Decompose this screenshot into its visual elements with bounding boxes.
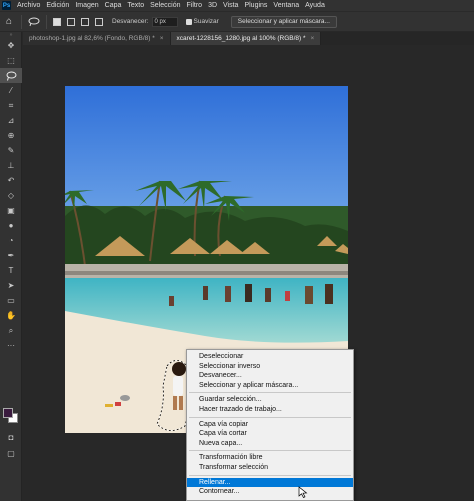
menu-item-seleccionar-inverso[interactable]: Seleccionar inverso xyxy=(187,362,353,372)
close-icon[interactable]: × xyxy=(311,35,315,42)
toolbox: » ✥ ⬚ ⁄ ⌗ ⊿ ⊕ ✎ ⊥ ↶ ◇ ▣ ● ◔ ✒ T ➤ ▭ ✋ ⌕ … xyxy=(0,32,22,501)
dodge-icon[interactable]: ◔ xyxy=(0,233,22,248)
menu-ventana[interactable]: Ventana xyxy=(270,0,302,11)
lasso-icon[interactable] xyxy=(0,68,22,83)
blur-icon[interactable]: ● xyxy=(0,218,22,233)
menu-item-nueva-capa[interactable]: Nueva capa... xyxy=(187,439,353,449)
menu-edicion[interactable]: Edición xyxy=(43,0,72,11)
eraser-icon[interactable]: ◇ xyxy=(0,188,22,203)
separator xyxy=(46,14,47,29)
intersect-selection-icon[interactable] xyxy=(95,17,103,26)
separator xyxy=(21,14,22,29)
menu-3d[interactable]: 3D xyxy=(205,0,220,11)
context-menu: Deseleccionar Seleccionar inverso Desvan… xyxy=(186,349,354,501)
menu-item-rellenar[interactable]: Rellenar... xyxy=(187,477,353,488)
zoom-icon[interactable]: ⌕ xyxy=(0,323,22,338)
menu-item-contornear[interactable]: Contornear... xyxy=(187,487,353,497)
menu-plugins[interactable]: Plugins xyxy=(241,0,270,11)
path-select-icon[interactable]: ➤ xyxy=(0,278,22,293)
menu-texto[interactable]: Texto xyxy=(124,0,147,11)
feather-input[interactable]: 0 px xyxy=(151,16,178,27)
stamp-icon[interactable]: ⊥ xyxy=(0,158,22,173)
menu-seleccion[interactable]: Selección xyxy=(147,0,183,11)
document-tab-bar: photoshop-1.jpg al 82,6% (Fondo, RGB/8) … xyxy=(23,32,474,45)
menu-filtro[interactable]: Filtro xyxy=(184,0,206,11)
menu-bar: Ps Archivo Edición Imagen Capa Texto Sel… xyxy=(0,0,474,11)
brush-icon[interactable]: ✎ xyxy=(0,143,22,158)
select-and-mask-button[interactable]: Seleccionar y aplicar máscara... xyxy=(230,15,337,28)
menu-separator xyxy=(189,450,351,452)
menu-item-transformar-seleccion[interactable]: Transformar selección xyxy=(187,463,353,473)
more-icon[interactable]: ··· xyxy=(0,338,22,353)
tab-xcaret[interactable]: xcaret-1228156_1280.jpg al 100% (RGB/8) … xyxy=(170,32,322,45)
menu-separator xyxy=(189,416,351,418)
mouse-cursor-icon xyxy=(298,486,308,498)
type-icon[interactable]: T xyxy=(0,263,22,278)
tab-label: photoshop-1.jpg al 82,6% (Fondo, RGB/8) … xyxy=(29,35,155,42)
healing-icon[interactable]: ⊕ xyxy=(0,128,22,143)
menu-separator xyxy=(189,392,351,394)
tab-label: xcaret-1228156_1280.jpg al 100% (RGB/8) … xyxy=(176,35,306,42)
add-to-selection-icon[interactable] xyxy=(67,17,75,26)
home-icon[interactable]: ⌂ xyxy=(0,14,18,30)
menu-item-capa-via-copiar[interactable]: Capa vía copiar xyxy=(187,420,353,430)
menu-item-desvanecer[interactable]: Desvanecer... xyxy=(187,371,353,381)
menu-vista[interactable]: Vista xyxy=(220,0,241,11)
gradient-icon[interactable]: ▣ xyxy=(0,203,22,218)
menu-separator xyxy=(189,474,351,476)
quick-mask-icon[interactable]: ◘ xyxy=(0,430,22,445)
options-bar: ⌂ Desvanecer: 0 px Suavizar Seleccionar … xyxy=(0,11,474,31)
menu-item-capa-via-cortar[interactable]: Capa vía cortar xyxy=(187,429,353,439)
menu-item-transformacion-libre[interactable]: Transformación libre xyxy=(187,453,353,463)
lasso-tool-preset-icon[interactable] xyxy=(25,14,43,30)
hand-icon[interactable]: ✋ xyxy=(0,308,22,323)
smooth-checkbox[interactable] xyxy=(185,18,192,25)
menu-item-seleccionar-mascara[interactable]: Seleccionar y aplicar máscara... xyxy=(187,381,353,391)
shape-icon[interactable]: ▭ xyxy=(0,293,22,308)
smooth-label: Suavizar xyxy=(193,18,219,25)
move-icon[interactable]: ✥ xyxy=(0,38,22,53)
menu-item-guardar-seleccion[interactable]: Guardar selección... xyxy=(187,395,353,405)
new-selection-icon[interactable] xyxy=(53,17,61,26)
crop-icon[interactable]: ⌗ xyxy=(0,98,22,113)
marquee-icon[interactable]: ⬚ xyxy=(0,53,22,68)
menu-capa[interactable]: Capa xyxy=(102,0,125,11)
tab-photoshop-1[interactable]: photoshop-1.jpg al 82,6% (Fondo, RGB/8) … xyxy=(23,32,171,45)
screen-mode-icon[interactable]: ▢ xyxy=(0,446,22,461)
eyedropper-icon[interactable]: ⊿ xyxy=(0,113,22,128)
foreground-color-swatch[interactable] xyxy=(3,408,13,418)
menu-imagen[interactable]: Imagen xyxy=(72,0,101,11)
feather-label: Desvanecer: xyxy=(112,18,149,25)
subtract-from-selection-icon[interactable] xyxy=(81,17,89,26)
menu-item-deseleccionar[interactable]: Deseleccionar xyxy=(187,352,353,362)
pen-icon[interactable]: ✒ xyxy=(0,248,22,263)
menu-item-trazado-trabajo[interactable]: Hacer trazado de trabajo... xyxy=(187,405,353,415)
menu-archivo[interactable]: Archivo xyxy=(14,0,43,11)
menu-ayuda[interactable]: Ayuda xyxy=(302,0,328,11)
photoshop-logo[interactable]: Ps xyxy=(2,1,11,10)
close-icon[interactable]: × xyxy=(160,35,164,42)
history-brush-icon[interactable]: ↶ xyxy=(0,173,22,188)
magic-wand-icon[interactable]: ⁄ xyxy=(0,83,22,98)
